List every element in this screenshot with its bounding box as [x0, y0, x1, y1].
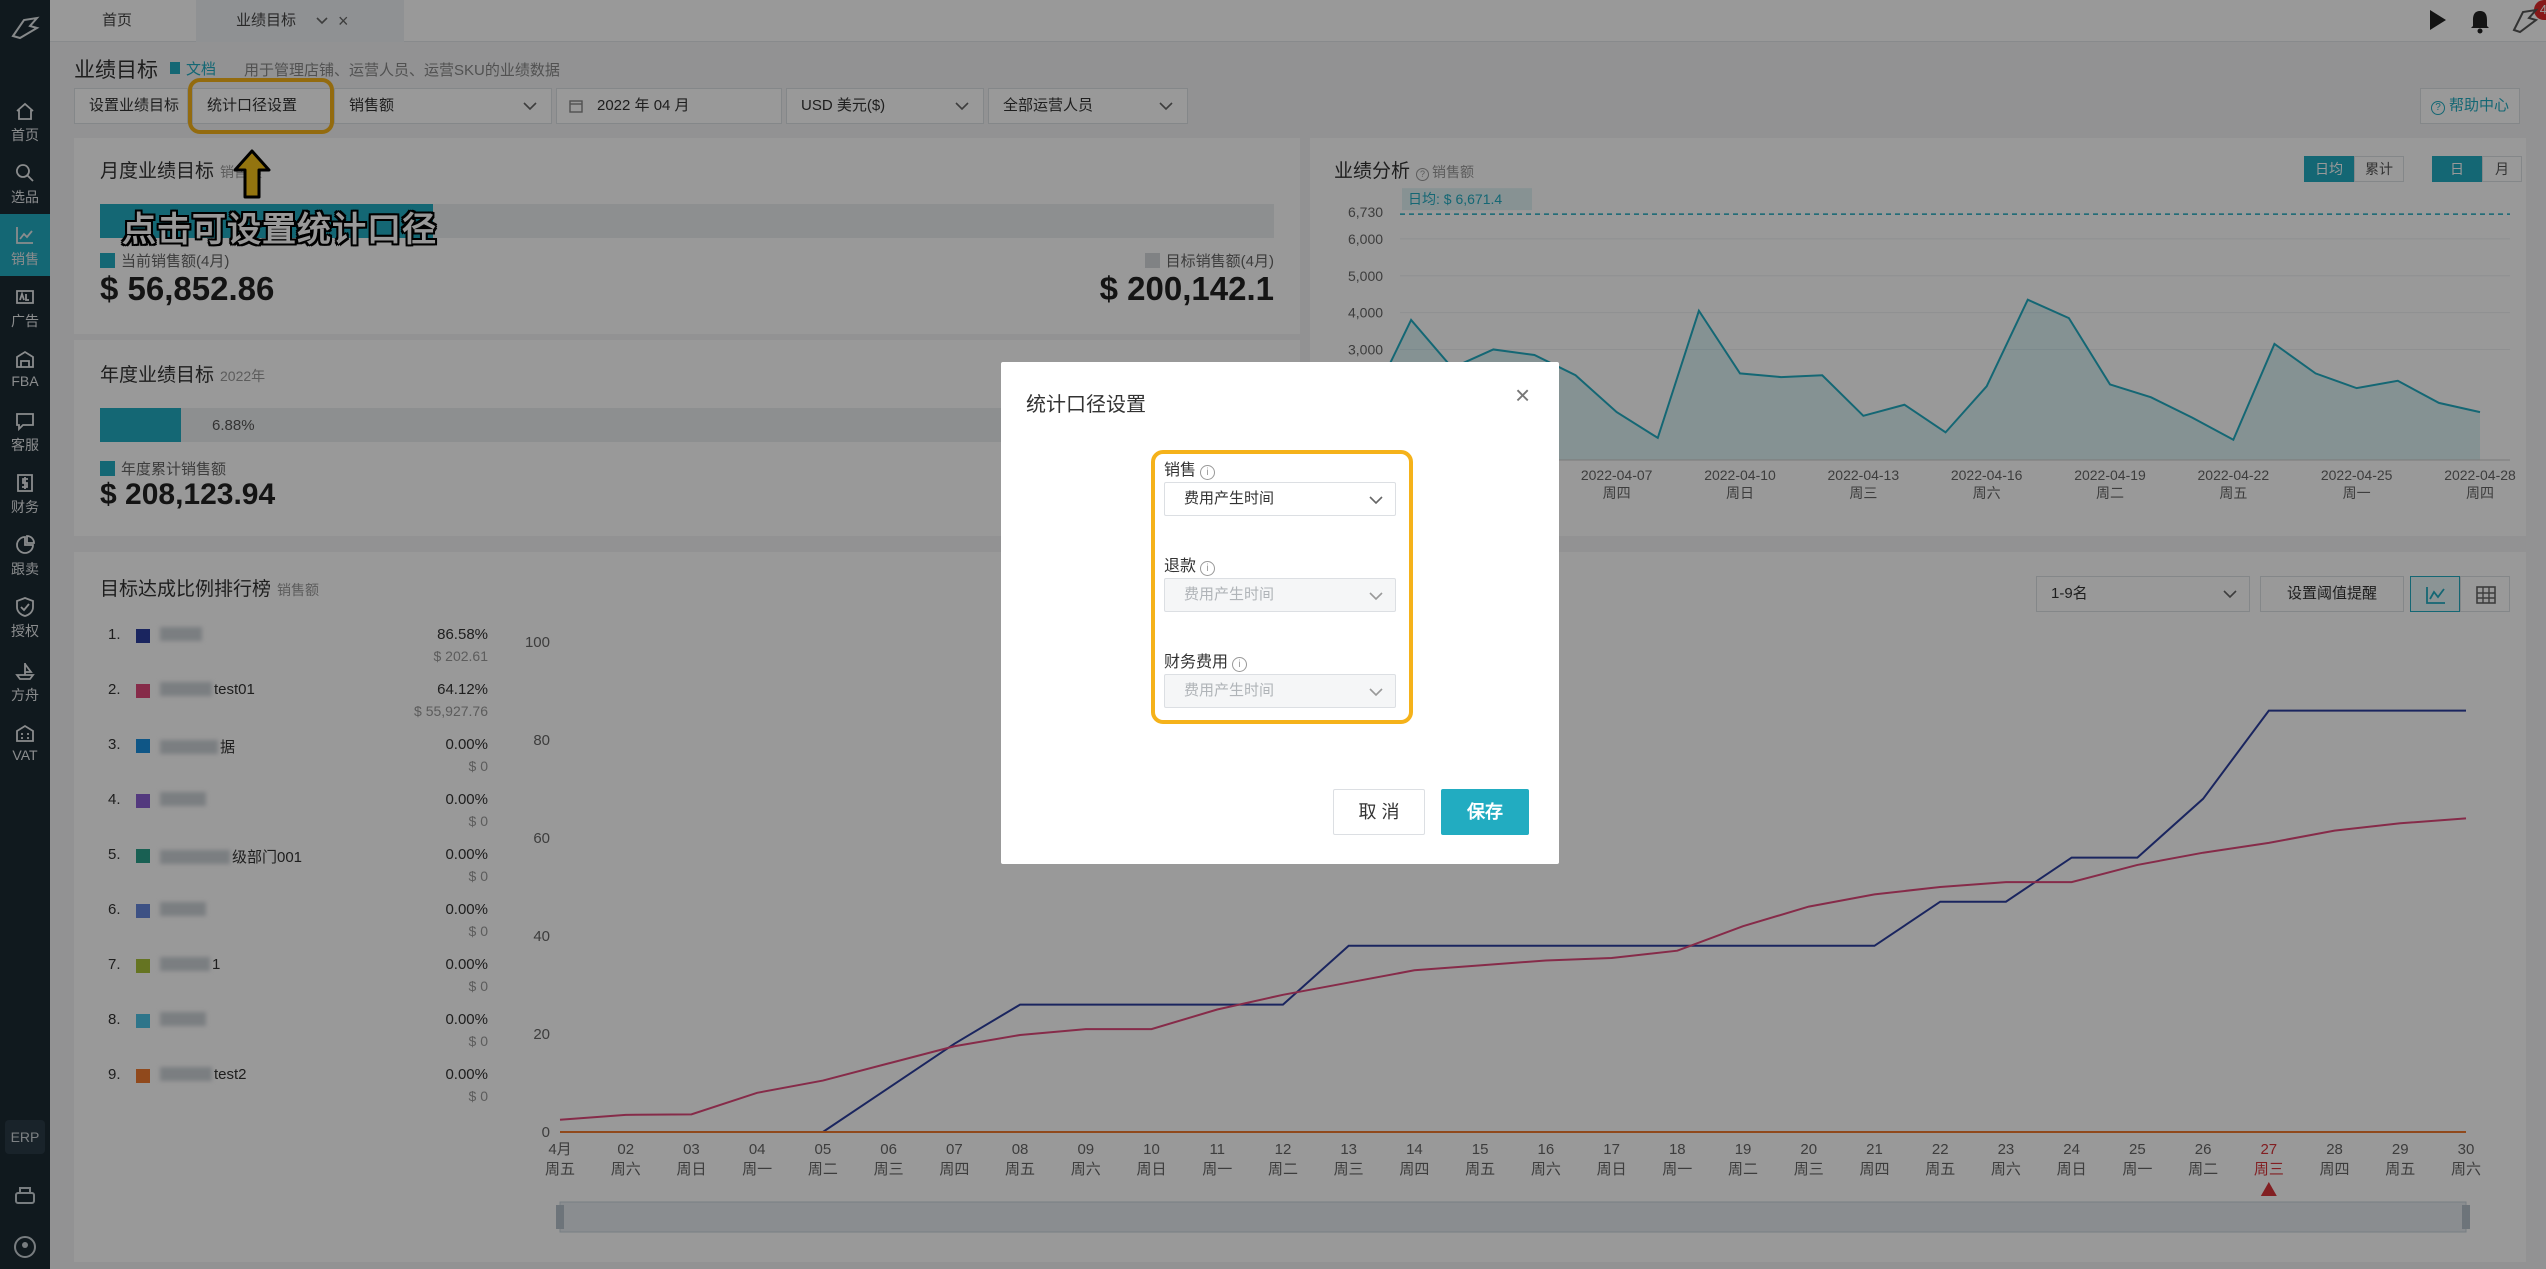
cancel-button[interactable]: 取 消	[1333, 789, 1425, 835]
info-icon: i	[1232, 657, 1248, 672]
sales-basis-select[interactable]: 费用产生时间	[1164, 482, 1396, 516]
sales-label-text: 销售	[1164, 462, 1197, 479]
modal-title: 统计口径设置	[1026, 394, 1146, 416]
stat-setting-modal: 统计口径设置 × 销售 i 费用产生时间 退款 i 费用产生时间 财务费用 i 费用产…	[1001, 362, 1559, 864]
chevron-down-icon	[1369, 496, 1383, 505]
refund-label: 退款 i	[1164, 552, 1216, 576]
sales-basis-value: 费用产生时间	[1184, 490, 1275, 507]
finance-fee-basis-value: 费用产生时间	[1184, 682, 1275, 699]
save-button[interactable]: 保存	[1441, 789, 1529, 835]
close-icon[interactable]: ×	[1515, 382, 1530, 408]
info-icon: i	[1200, 465, 1216, 480]
refund-label-text: 退款	[1164, 558, 1197, 575]
info-icon: i	[1200, 561, 1216, 576]
chevron-down-icon	[1369, 688, 1383, 697]
sales-label: 销售 i	[1164, 456, 1216, 480]
finance-fee-basis-select[interactable]: 费用产生时间	[1164, 674, 1396, 708]
app-root: 首页 选品 销售 广告 FBA 客服 财务 跟卖 授权 方舟 VAT ERP 首页 业绩目标 × 4…	[0, 0, 2546, 1269]
refund-basis-select[interactable]: 费用产生时间	[1164, 578, 1396, 612]
chevron-down-icon	[1369, 592, 1383, 601]
finance-fee-label: 财务费用 i	[1164, 648, 1248, 672]
finance-fee-label-text: 财务费用	[1164, 654, 1229, 671]
refund-basis-value: 费用产生时间	[1184, 586, 1275, 603]
